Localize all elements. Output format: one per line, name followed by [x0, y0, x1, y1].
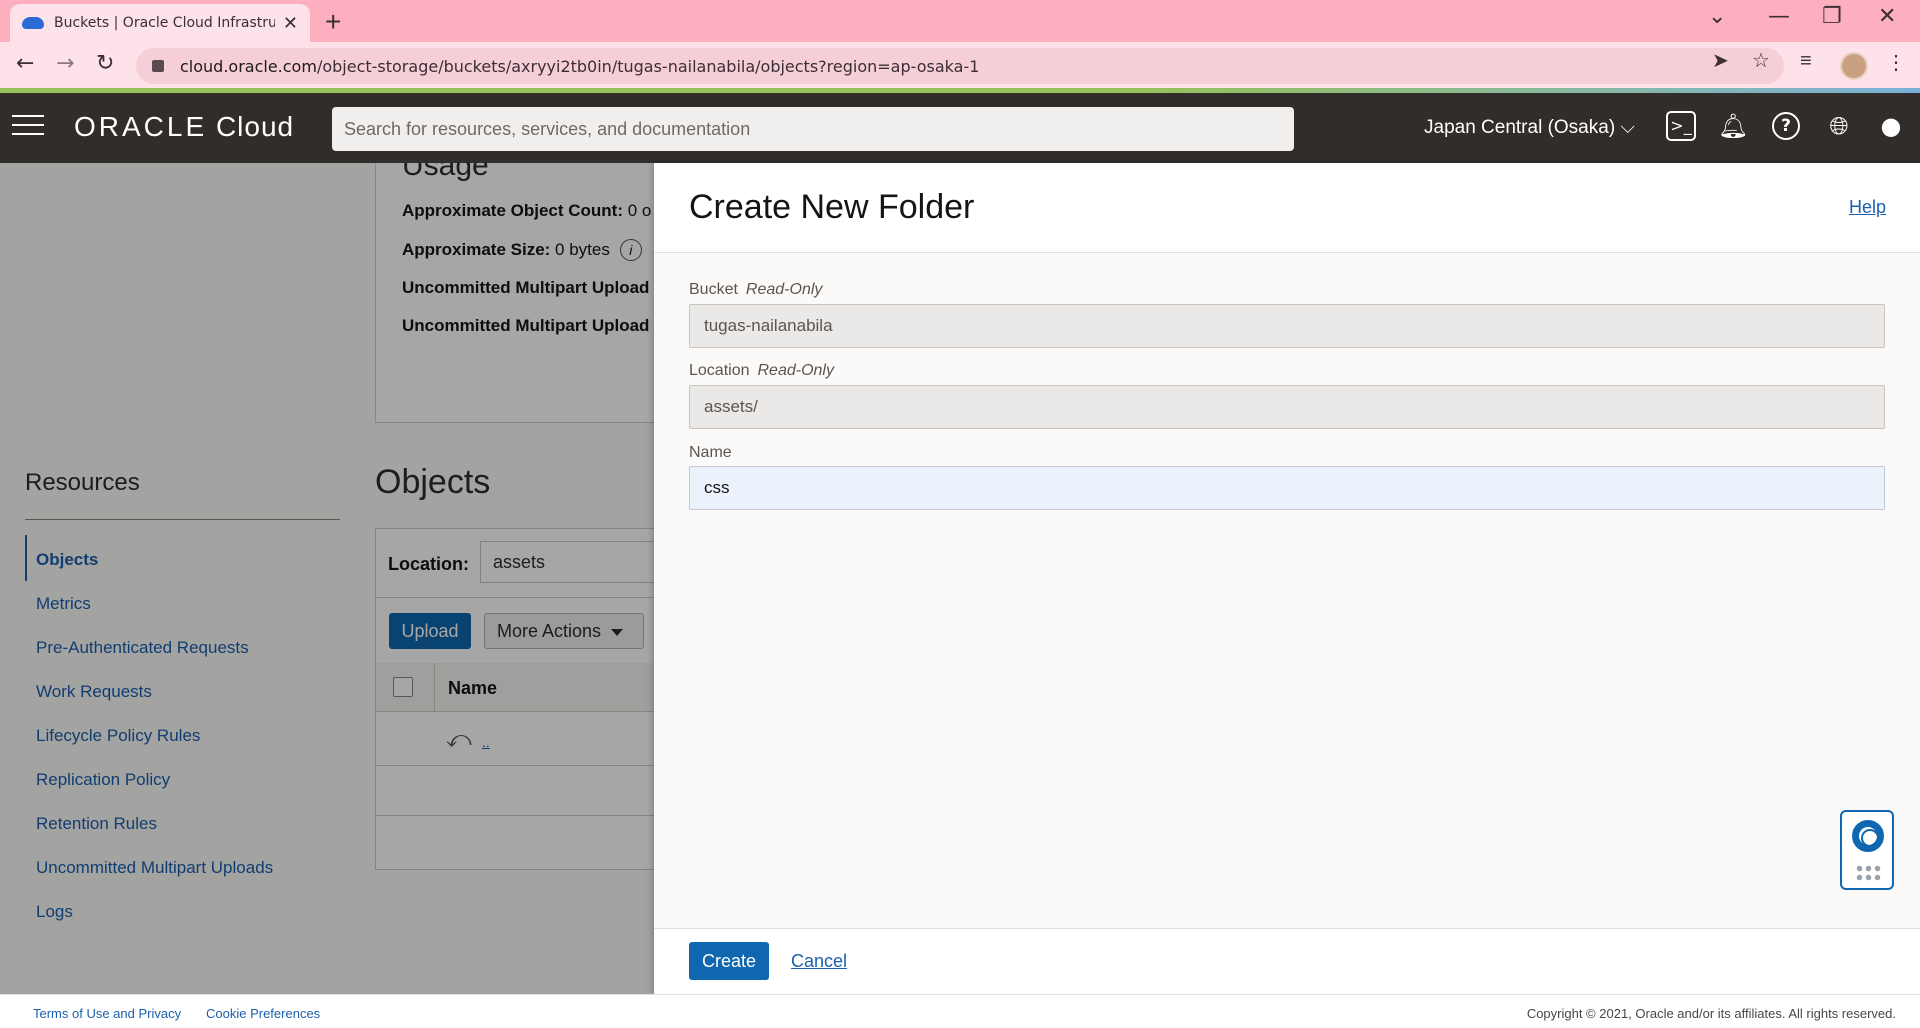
chevron-down-icon: ⌵ — [1620, 117, 1635, 138]
bucket-label: Bucket Read-Only — [689, 281, 823, 298]
forward-icon[interactable]: → — [56, 51, 74, 76]
profile-icon[interactable] — [1840, 52, 1868, 80]
cloud-shell-icon[interactable]: >_ — [1666, 111, 1696, 141]
new-tab-button[interactable]: + — [325, 6, 341, 38]
page-footer: Terms of Use and Privacy Cookie Preferen… — [0, 994, 1920, 1028]
create-button[interactable]: Create — [689, 942, 769, 980]
star-icon[interactable]: ☆ — [1752, 48, 1770, 73]
browser-tab-bar: Buckets | Oracle Cloud Infrastruct ✕ + ⌄… — [0, 0, 1920, 42]
drag-handle-icon[interactable] — [1855, 864, 1883, 882]
tab-search-icon[interactable]: ⌄ — [1708, 4, 1726, 29]
region-selector[interactable]: Japan Central (Osaka) ⌵ — [1424, 117, 1635, 139]
search-input[interactable]: Search for resources, services, and docu… — [332, 107, 1294, 151]
create-folder-panel: Create New Folder Help Bucket Read-Only t… — [654, 163, 1920, 994]
help-link[interactable]: Help — [1849, 197, 1886, 218]
panel-header: Create New Folder Help — [654, 163, 1920, 253]
share-icon[interactable]: ➤ — [1712, 48, 1729, 73]
media-icon[interactable]: ≡ — [1800, 50, 1812, 73]
lock-icon — [152, 60, 164, 72]
url-text: cloud.oracle.com/object-storage/buckets/… — [180, 56, 980, 76]
location-label: Location Read-Only — [689, 362, 834, 379]
hamburger-menu-icon[interactable] — [12, 115, 44, 137]
minimize-icon[interactable]: — — [1768, 4, 1790, 29]
modal-backdrop[interactable] — [0, 163, 654, 994]
address-bar[interactable]: cloud.oracle.com/object-storage/buckets/… — [136, 48, 1784, 84]
cookie-preferences-link[interactable]: Cookie Preferences — [206, 1006, 320, 1021]
user-profile-icon[interactable]: ● — [1874, 109, 1908, 143]
globe-icon[interactable]: 🌐︎ — [1822, 109, 1856, 143]
bell-icon[interactable]: 🔔︎ — [1716, 109, 1750, 143]
location-field: assets/ — [689, 385, 1885, 429]
bucket-field: tugas-nailanabila — [689, 304, 1885, 348]
restore-icon[interactable]: ❐ — [1822, 4, 1842, 29]
browser-toolbar: ← → ↻ cloud.oracle.com/object-storage/bu… — [0, 42, 1920, 90]
help-widget[interactable] — [1840, 810, 1894, 890]
panel-title: Create New Folder — [689, 188, 975, 226]
name-label: Name — [689, 444, 732, 461]
tab-close-icon[interactable]: ✕ — [283, 13, 298, 34]
close-window-icon[interactable]: ✕ — [1878, 4, 1896, 29]
cancel-button[interactable]: Cancel — [791, 951, 847, 972]
oracle-cloud-favicon-icon — [22, 17, 44, 29]
folder-name-input[interactable]: css — [689, 466, 1885, 510]
lifebuoy-icon — [1852, 820, 1884, 852]
panel-footer: Create Cancel — [654, 928, 1920, 994]
terms-link[interactable]: Terms of Use and Privacy — [33, 1006, 181, 1021]
oracle-cloud-logo[interactable]: ORACLE Cloud — [74, 111, 294, 143]
browser-tab[interactable]: Buckets | Oracle Cloud Infrastruct ✕ — [10, 4, 310, 42]
copyright-text: Copyright © 2021, Oracle and/or its affi… — [1526, 1006, 1896, 1021]
help-icon[interactable]: ? — [1772, 112, 1800, 140]
tab-title: Buckets | Oracle Cloud Infrastruct — [54, 15, 275, 31]
back-icon[interactable]: ← — [16, 51, 34, 76]
menu-icon[interactable]: ⋮ — [1886, 50, 1906, 75]
console-header: ORACLE Cloud Search for resources, servi… — [0, 93, 1920, 163]
reload-icon[interactable]: ↻ — [96, 51, 114, 76]
